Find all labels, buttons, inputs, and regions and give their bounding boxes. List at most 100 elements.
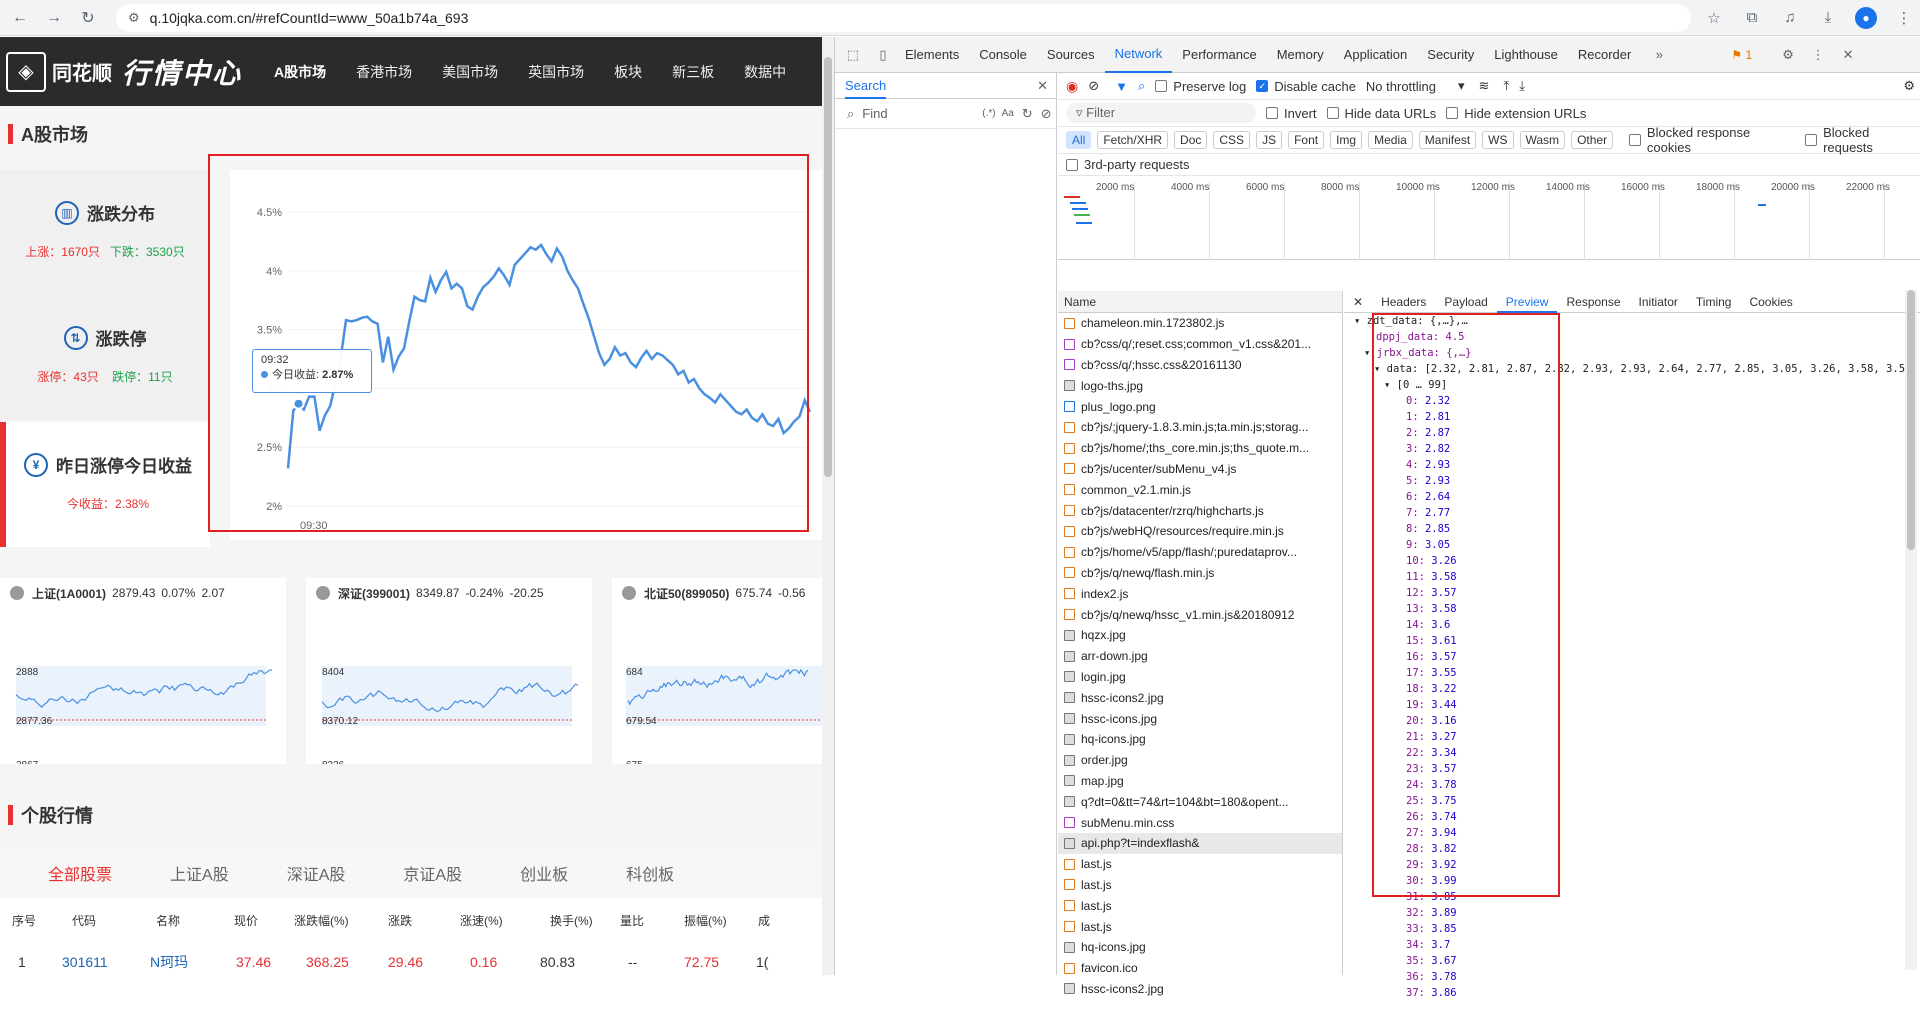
request-row[interactable]: favicon.ico: [1058, 958, 1342, 979]
tab-initiator[interactable]: Initiator: [1630, 291, 1687, 313]
cell-code[interactable]: 301611: [50, 954, 130, 970]
tab-console[interactable]: Console: [969, 37, 1037, 73]
extensions-icon[interactable]: ⧉: [1737, 3, 1767, 33]
search-tab[interactable]: Search: [845, 73, 887, 99]
request-row[interactable]: hssc-icons2.jpg: [1058, 687, 1342, 708]
network-settings-icon[interactable]: ⚙: [1903, 78, 1915, 94]
upload-icon[interactable]: ⤒: [1503, 78, 1509, 94]
request-row[interactable]: last.js: [1058, 916, 1342, 937]
json-array-item[interactable]: 33: 3.85: [1344, 921, 1920, 937]
nav-us[interactable]: 美国市场: [442, 62, 498, 82]
type-doc[interactable]: Doc: [1174, 131, 1208, 149]
scrollbar-thumb[interactable]: [1907, 290, 1915, 550]
request-row[interactable]: hqzx.jpg: [1058, 625, 1342, 646]
name-column-header[interactable]: Name: [1058, 291, 1342, 313]
index-card-sz[interactable]: 深证(399001) 8349.87 -0.24% -20.25 8404 8370.…: [306, 578, 592, 771]
site-logo[interactable]: ◈ 同花顺 行情中心: [0, 51, 262, 92]
request-row[interactable]: cb?js/;jquery-1.8.3.min.js;ta.min.js;sto…: [1058, 417, 1342, 438]
request-row[interactable]: last.js: [1058, 895, 1342, 916]
type-other[interactable]: Other: [1571, 131, 1614, 149]
menu-icon[interactable]: ⋮: [1889, 3, 1919, 33]
bookmark-star-icon[interactable]: ☆: [1699, 3, 1729, 33]
col-amplitude[interactable]: 振幅(%): [650, 912, 730, 929]
nav-uk[interactable]: 英国市场: [528, 62, 584, 82]
col-speed[interactable]: 涨速(%): [430, 912, 510, 929]
request-row[interactable]: cb?css/q/;hssc.css&20161130: [1058, 355, 1342, 376]
page-scrollbar[interactable]: [822, 37, 834, 975]
invert-checkbox[interactable]: [1266, 107, 1278, 119]
filter-input[interactable]: ▿ Filter: [1066, 103, 1256, 123]
card-limit[interactable]: ⇅ 涨跌停 涨停：43只 跌停：11只: [0, 295, 210, 420]
type-all[interactable]: All: [1066, 131, 1092, 149]
type-fetch[interactable]: Fetch/XHR: [1097, 131, 1169, 149]
close-icon[interactable]: ✕: [1836, 47, 1860, 63]
refresh-icon[interactable]: ↻: [1022, 106, 1033, 122]
find-input[interactable]: Find: [862, 106, 982, 121]
kebab-icon[interactable]: ⋮: [1806, 47, 1830, 63]
tab-star[interactable]: 科创板: [626, 861, 674, 885]
close-detail-icon[interactable]: ✕: [1344, 291, 1372, 313]
hide-ext-checkbox[interactable]: [1446, 107, 1459, 119]
download-icon[interactable]: ⤓: [1813, 3, 1843, 33]
back-icon[interactable]: ←: [6, 4, 34, 32]
request-row[interactable]: cb?js/q/newq/hssc_v1.min.js&20180912: [1058, 604, 1342, 625]
device-toolbar-icon[interactable]: ▯: [871, 47, 895, 63]
type-media[interactable]: Media: [1368, 131, 1413, 149]
card-distribution[interactable]: ▥ 涨跌分布 上涨：1670只 下跌：3530只: [0, 170, 210, 295]
tab-network[interactable]: Network: [1104, 37, 1173, 73]
tab-sh-a[interactable]: 上证A股: [170, 861, 229, 885]
tab-sources[interactable]: Sources: [1037, 37, 1105, 73]
preserve-log-checkbox[interactable]: [1155, 80, 1168, 92]
nav-sector[interactable]: 板块: [614, 62, 642, 82]
type-wasm[interactable]: Wasm: [1519, 131, 1566, 149]
json-array-item[interactable]: 36: 3.78: [1344, 969, 1920, 985]
settings-icon[interactable]: ⚙: [1776, 47, 1800, 63]
request-row[interactable]: cb?js/q/newq/flash.min.js: [1058, 563, 1342, 584]
site-info-icon[interactable]: ⚙: [128, 10, 140, 26]
case-toggle[interactable]: Aa: [1002, 108, 1014, 119]
tab-chinext[interactable]: 创业板: [520, 861, 568, 885]
json-array-item[interactable]: 32: 3.89: [1344, 905, 1920, 921]
type-js[interactable]: JS: [1256, 131, 1283, 149]
request-row[interactable]: login.jpg: [1058, 667, 1342, 688]
forward-icon[interactable]: →: [40, 4, 68, 32]
request-row[interactable]: hq-icons.jpg: [1058, 937, 1342, 958]
type-img[interactable]: Img: [1330, 131, 1363, 149]
request-row[interactable]: hssc-icons2.jpg: [1058, 979, 1342, 1000]
tab-payload[interactable]: Payload: [1435, 291, 1496, 313]
third-party-checkbox[interactable]: [1066, 158, 1078, 171]
tab-response[interactable]: Response: [1557, 291, 1629, 313]
col-more[interactable]: 成: [730, 912, 770, 929]
close-icon[interactable]: ✕: [1037, 78, 1048, 94]
tab-performance[interactable]: Performance: [1172, 37, 1266, 73]
request-row[interactable]: map.jpg: [1058, 771, 1342, 792]
regex-toggle[interactable]: (.*): [982, 108, 995, 119]
json-array-item[interactable]: 35: 3.67: [1344, 953, 1920, 969]
search-icon[interactable]: ⌕: [1138, 78, 1145, 94]
more-tabs-icon[interactable]: »: [1647, 47, 1671, 62]
address-bar[interactable]: ⚙ q.10jqka.com.cn/#refCountId=www_50a1b7…: [116, 3, 1691, 32]
col-chg[interactable]: 涨跌: [370, 912, 430, 929]
tab-elements[interactable]: Elements: [895, 37, 969, 73]
tab-cookies[interactable]: Cookies: [1740, 291, 1801, 313]
nav-data[interactable]: 数据中: [744, 62, 786, 82]
throttling-select[interactable]: No throttling: [1366, 79, 1436, 94]
record-icon[interactable]: ◉: [1066, 78, 1078, 95]
request-row[interactable]: chameleon.min.1723802.js: [1058, 313, 1342, 334]
index-card-sh[interactable]: 上证(1A0001) 2879.43 0.07% 2.07 2888 2877.36 …: [0, 578, 286, 771]
col-price[interactable]: 现价: [210, 912, 280, 929]
tab-timing[interactable]: Timing: [1687, 291, 1741, 313]
request-row[interactable]: order.jpg: [1058, 750, 1342, 771]
tab-security[interactable]: Security: [1417, 37, 1484, 73]
tab-recorder[interactable]: Recorder: [1568, 37, 1641, 73]
tab-preview[interactable]: Preview: [1496, 291, 1558, 313]
nav-neeq[interactable]: 新三板: [672, 62, 714, 82]
tab-application[interactable]: Application: [1334, 37, 1418, 73]
type-manifest[interactable]: Manifest: [1418, 131, 1477, 149]
request-row[interactable]: hssc-icons.jpg: [1058, 708, 1342, 729]
nav-hk[interactable]: 香港市场: [356, 62, 412, 82]
blocked-cookies-checkbox[interactable]: [1629, 134, 1641, 146]
request-row[interactable]: index2.js: [1058, 583, 1342, 604]
request-row[interactable]: common_v2.1.min.js: [1058, 479, 1342, 500]
request-row[interactable]: plus_logo.png: [1058, 396, 1342, 417]
